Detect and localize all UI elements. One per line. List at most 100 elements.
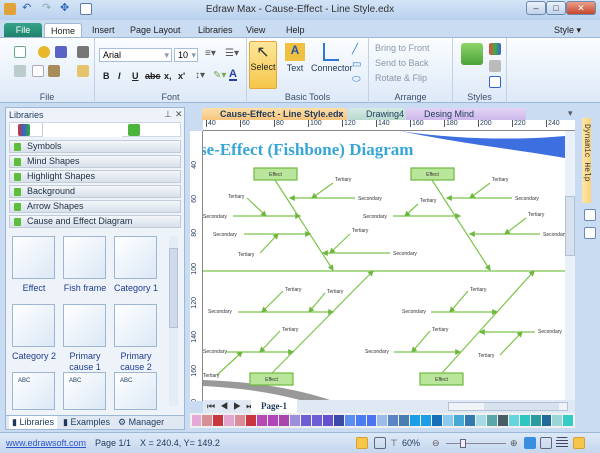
font-size-select[interactable]: 10 ▾: [174, 48, 198, 62]
go-arrow-icon[interactable]: [128, 124, 140, 136]
bullets-icon[interactable]: ☰▾: [225, 48, 239, 59]
font-color-icon[interactable]: A: [229, 69, 237, 81]
paste-icon[interactable]: [48, 65, 60, 77]
palette-swatch[interactable]: [464, 415, 475, 426]
palette-swatch[interactable]: [497, 415, 508, 426]
palette-swatch[interactable]: [202, 415, 213, 426]
cut-icon[interactable]: [14, 65, 26, 77]
library-shape[interactable]: [63, 304, 106, 347]
library-shape[interactable]: [114, 236, 157, 279]
tab-page-layout[interactable]: Page Layout: [124, 23, 187, 38]
palette-swatch[interactable]: [541, 415, 552, 426]
zoom-tool-icon[interactable]: [540, 437, 552, 449]
library-category[interactable]: Background: [9, 185, 181, 198]
palette-swatch[interactable]: [475, 415, 486, 426]
zoom-in-icon[interactable]: ⊕: [510, 433, 518, 453]
drawing-canvas[interactable]: se-Effect (Fishbone) Diagram Effect Secon…: [203, 131, 565, 400]
palette-swatch[interactable]: [377, 415, 388, 426]
normal-view-icon[interactable]: [356, 437, 368, 449]
styles-icon[interactable]: [461, 43, 483, 65]
close-panel-icon[interactable]: ✕: [175, 109, 183, 120]
zoom-out-icon[interactable]: ⊖: [432, 433, 440, 453]
palette-swatch[interactable]: [235, 415, 246, 426]
palette-swatch[interactable]: [289, 415, 300, 426]
library-shape[interactable]: [63, 236, 106, 279]
tab-libraries[interactable]: Libraries: [192, 23, 239, 38]
palette-swatch[interactable]: [388, 415, 399, 426]
new-icon[interactable]: [14, 46, 26, 58]
palette-swatch[interactable]: [486, 415, 497, 426]
palette-swatch[interactable]: [508, 415, 519, 426]
library-category[interactable]: Arrow Shapes: [9, 200, 181, 213]
fullscreen-icon[interactable]: [573, 437, 585, 449]
line-icon[interactable]: [489, 76, 501, 88]
palette-swatch[interactable]: [300, 415, 311, 426]
page-tab[interactable]: Page-1: [251, 400, 297, 413]
open-icon[interactable]: [38, 46, 50, 58]
library-scrollbar[interactable]: [169, 236, 178, 406]
palette-swatch[interactable]: [563, 415, 574, 426]
style-menu[interactable]: Style ▾: [548, 23, 587, 38]
presentation-icon[interactable]: ⊤: [390, 433, 398, 453]
align-icon[interactable]: ≡▾: [205, 48, 216, 59]
vertical-scrollbar[interactable]: [565, 131, 575, 400]
tab-help[interactable]: Help: [280, 23, 311, 38]
palette-swatch[interactable]: [519, 415, 530, 426]
send-to-back-button[interactable]: Send to Back: [375, 58, 429, 68]
library-category[interactable]: Symbols: [9, 140, 181, 153]
strikethrough-button[interactable]: abc: [145, 71, 161, 81]
palette-swatch[interactable]: [366, 415, 377, 426]
library-shape[interactable]: ABC: [63, 372, 106, 410]
palette-swatch[interactable]: [268, 415, 278, 426]
zoom-slider[interactable]: [446, 439, 506, 448]
close-button[interactable]: ✕: [566, 1, 596, 15]
library-search-input[interactable]: [42, 123, 122, 137]
palette-swatch[interactable]: [443, 415, 453, 426]
split-view-icon[interactable]: [374, 437, 386, 449]
tab-file[interactable]: File: [4, 23, 42, 38]
library-category[interactable]: Mind Shapes: [9, 155, 181, 168]
underline-button[interactable]: U: [132, 71, 139, 81]
tab-list-icon[interactable]: ▾: [568, 108, 573, 119]
examples-tab[interactable]: ▮ Examples: [63, 416, 110, 429]
zoom-slider-thumb[interactable]: [460, 439, 466, 448]
fit-page-icon[interactable]: [524, 437, 536, 449]
library-shape[interactable]: [12, 236, 55, 279]
connector-button[interactable]: Connector: [311, 41, 353, 89]
horizontal-scrollbar[interactable]: [448, 402, 568, 411]
palette-swatch[interactable]: [246, 415, 257, 426]
bold-button[interactable]: B: [103, 71, 110, 81]
format-painter-icon[interactable]: [77, 65, 89, 77]
palette-swatch[interactable]: [421, 415, 432, 426]
palette-swatch[interactable]: [257, 415, 268, 426]
website-link[interactable]: www.edrawsoft.com: [6, 433, 86, 453]
palette-swatch[interactable]: [191, 415, 202, 426]
palette-swatch[interactable]: [344, 415, 355, 426]
palette-swatch[interactable]: [355, 415, 366, 426]
help-page-icon[interactable]: [584, 209, 596, 221]
rotate-flip-button[interactable]: Rotate & Flip: [375, 73, 427, 83]
shape-tools[interactable]: ╱ ▭ ⬭: [352, 42, 361, 87]
select-button[interactable]: ↖ Select: [249, 41, 277, 89]
highlight-icon[interactable]: ✎▾: [213, 70, 226, 81]
pin-icon[interactable]: ⊥: [164, 109, 172, 120]
library-shape[interactable]: ABC: [114, 372, 157, 410]
font-name-select[interactable]: Arial ▾: [99, 48, 172, 62]
palette-swatch[interactable]: [530, 415, 541, 426]
vscroll-thumb[interactable]: [565, 196, 575, 256]
palette-swatch[interactable]: [322, 415, 333, 426]
palette-swatch[interactable]: [333, 415, 344, 426]
color-scheme-icon[interactable]: [489, 43, 501, 55]
tab-home[interactable]: Home: [44, 23, 83, 38]
copy-icon[interactable]: [32, 65, 44, 77]
palette-swatch[interactable]: [454, 415, 464, 426]
palette-swatch[interactable]: [213, 415, 224, 426]
library-category[interactable]: Cause and Effect Diagram: [9, 215, 181, 228]
palette-swatch[interactable]: [410, 415, 421, 426]
maximize-button[interactable]: □: [546, 1, 566, 15]
library-shape[interactable]: [114, 304, 157, 347]
palette-swatch[interactable]: [311, 415, 322, 426]
manager-tab[interactable]: ⚙ Manager: [118, 416, 164, 429]
libraries-tab[interactable]: ▮ Libraries: [9, 416, 57, 429]
help-page2-icon[interactable]: [584, 227, 596, 239]
